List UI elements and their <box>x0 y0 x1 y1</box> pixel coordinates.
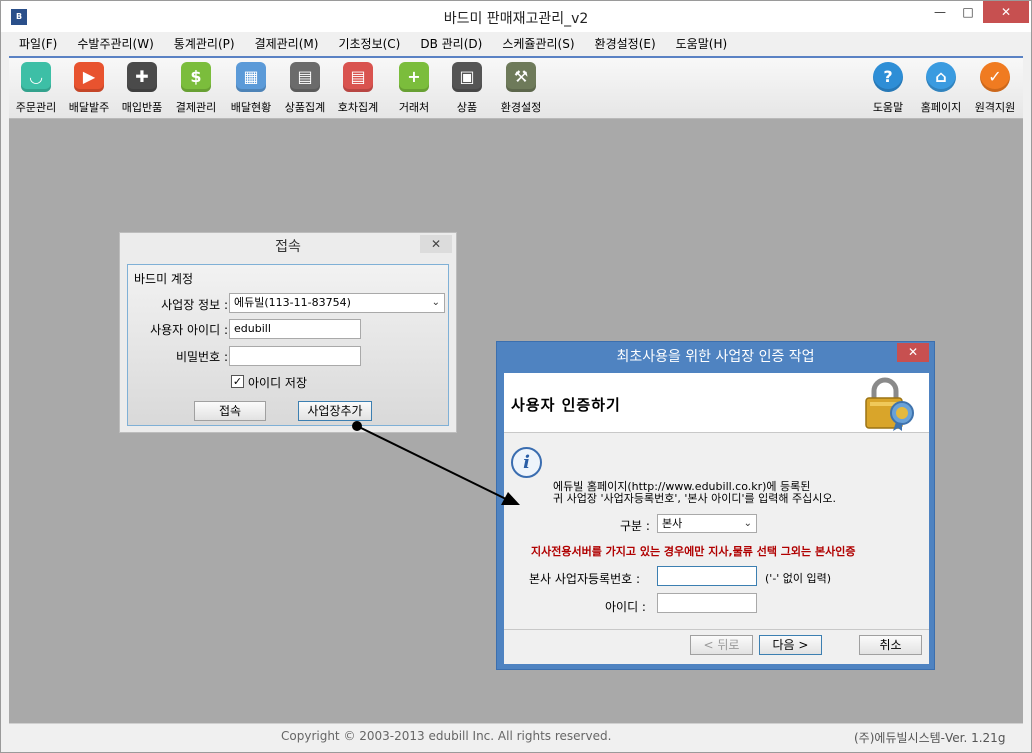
toolbar: ◡ 주문관리 ▶ 배달발주 ✚ 매입반품 $ 결제관리 ▦ 배달현황 ▤ 상품집… <box>9 56 1023 119</box>
remember-id-label[interactable]: 아이디 저장 <box>248 374 307 391</box>
toolbar-label: 거래처 <box>398 101 430 114</box>
chevron-down-icon: ⌄ <box>743 518 752 529</box>
login-dialog-title: 접속 <box>275 239 301 255</box>
toolbar-label: 주문관리 <box>15 101 57 114</box>
business-number-label: 본사 사업자등록번호 : <box>529 572 641 586</box>
group-title: 바드미 계정 <box>134 272 194 286</box>
id-label: 아이디 : <box>605 600 646 614</box>
chevron-down-icon: ⌄ <box>431 297 440 308</box>
toolbar-label: 배달발주 <box>68 101 110 114</box>
login-close-button[interactable]: ✕ <box>420 235 452 253</box>
toolbar-button-settings[interactable]: ⚒ 환경설정 <box>494 62 548 115</box>
type-select-value: 본사 <box>662 517 683 530</box>
wizard-heading: 사용자 인증하기 <box>511 396 621 414</box>
remember-id-checkbox[interactable]: ✓ <box>231 375 244 388</box>
menu-statistics[interactable]: 통계관리(P) <box>164 32 245 56</box>
toolbar-button-remote-support[interactable]: ✓ 원격지원 <box>968 62 1022 115</box>
padlock-certificate-icon <box>865 377 914 431</box>
toolbar-button-help[interactable]: ? 도움말 <box>861 62 915 115</box>
toolbar-label: 상품집계 <box>284 101 326 114</box>
menu-file[interactable]: 파일(F) <box>9 32 67 56</box>
back-button[interactable]: < 뒤로 <box>690 635 753 655</box>
auth-wizard-dialog: 최초사용을 위한 사업장 인증 작업 ✕ 사용자 인증하기 i 에듀빌 홈페이지… <box>496 341 935 670</box>
toolbar-label: 결제관리 <box>175 101 217 114</box>
version-text: (주)에듀빌시스템-Ver. 1.21g <box>854 731 1006 745</box>
toolbar-label: 배달현황 <box>230 101 272 114</box>
wrench-icon: ⚒ <box>506 62 536 92</box>
menu-payment[interactable]: 결제관리(M) <box>245 32 329 56</box>
menu-orders[interactable]: 수발주관리(W) <box>67 32 163 56</box>
menu-schedule[interactable]: 스케쥴관리(S) <box>492 32 584 56</box>
toolbar-label: 홈페이지 <box>920 101 962 114</box>
next-button[interactable]: 다음 > <box>759 635 822 655</box>
user-id-input[interactable]: edubill <box>229 319 361 339</box>
password-input[interactable] <box>229 346 361 366</box>
business-number-hint: ('-' 없이 입력) <box>765 572 832 585</box>
toolbar-button-products[interactable]: ▣ 상품 <box>440 62 494 115</box>
wizard-title: 최초사용을 위한 사업장 인증 작업 <box>616 349 815 365</box>
home-icon: ⌂ <box>926 62 956 92</box>
menu-help[interactable]: 도움말(H) <box>666 32 738 56</box>
toolbar-button-delivery-status[interactable]: ▦ 배달현황 <box>224 62 278 115</box>
status-bar: Copyright © 2003-2013 edubill Inc. All r… <box>9 723 1023 748</box>
branch-warning-text: 지사전용서버를 가지고 있는 경우에만 지사,물류 선택 그외는 본사인증 <box>531 545 856 558</box>
wizard-close-button[interactable]: ✕ <box>897 343 929 362</box>
payment-icon: $ <box>181 62 211 92</box>
instruction-line-2: 귀 사업장 '사업자등록번호', '본사 아이디'를 입력해 주십시오. <box>553 492 836 505</box>
wizard-header: 사용자 인증하기 <box>504 373 929 433</box>
menu-db[interactable]: DB 관리(D) <box>410 32 492 56</box>
toolbar-button-payment[interactable]: $ 결제관리 <box>169 62 223 115</box>
toolbar-button-homepage[interactable]: ⌂ 홈페이지 <box>914 62 968 115</box>
user-id-label: 사용자 아이디 : <box>150 323 228 337</box>
type-label: 구분 : <box>620 519 650 533</box>
business-number-input[interactable] <box>657 566 757 586</box>
truck-icon: ▶ <box>74 62 104 92</box>
remote-support-icon: ✓ <box>980 62 1010 92</box>
toolbar-button-delivery-order[interactable]: ▶ 배달발주 <box>62 62 116 115</box>
toolbar-button-clients[interactable]: + 거래처 <box>387 62 441 115</box>
toolbar-button-product-summary[interactable]: ▤ 상품집계 <box>278 62 332 115</box>
login-dialog: 접속 ✕ 바드미 계정 사업장 정보 : 에듀빌(113-11-83754) ⌄… <box>119 232 457 433</box>
toolbar-label: 상품 <box>456 101 478 114</box>
maximize-button[interactable]: □ <box>953 1 983 23</box>
window-title: 바드미 판매재고관리_v2 <box>443 11 589 27</box>
toolbar-label: 도움말 <box>872 101 904 114</box>
type-select[interactable]: 본사 ⌄ <box>657 514 757 533</box>
boxes-icon: ▣ <box>452 62 482 92</box>
toolbar-label: 호차집계 <box>337 101 379 114</box>
toolbar-button-vehicle-summary[interactable]: ▤ 호차집계 <box>331 62 385 115</box>
password-label: 비밀번호 : <box>175 350 228 364</box>
site-select[interactable]: 에듀빌(113-11-83754) ⌄ <box>229 293 445 313</box>
menu-basic-info[interactable]: 기초정보(C) <box>328 32 410 56</box>
title-bar[interactable]: B 바드미 판매재고관리_v2 — □ ✕ <box>1 1 1031 32</box>
cart-return-icon: ✚ <box>127 62 157 92</box>
minimize-button[interactable]: — <box>923 1 957 23</box>
product-summary-icon: ▤ <box>290 62 320 92</box>
info-icon: i <box>511 447 542 478</box>
close-button[interactable]: ✕ <box>983 1 1029 23</box>
account-groupbox: 바드미 계정 사업장 정보 : 에듀빌(113-11-83754) ⌄ 사용자 … <box>127 264 449 426</box>
menu-settings[interactable]: 환경설정(E) <box>585 32 666 56</box>
add-site-button[interactable]: 사업장추가 <box>298 401 372 421</box>
menu-bar: 파일(F) 수발주관리(W) 통계관리(P) 결제관리(M) 기초정보(C) D… <box>9 32 1023 56</box>
site-label: 사업장 정보 : <box>161 298 228 312</box>
wizard-body: 사용자 인증하기 i 에듀빌 홈페이지(http://www.edubill.c… <box>504 373 929 664</box>
site-select-value: 에듀빌(113-11-83754) <box>234 296 351 309</box>
toolbar-button-purchase-return[interactable]: ✚ 매입반품 <box>115 62 169 115</box>
cancel-button[interactable]: 취소 <box>859 635 922 655</box>
copyright-text: Copyright © 2003-2013 edubill Inc. All r… <box>281 729 612 743</box>
button-separator <box>504 629 929 630</box>
vehicle-summary-icon: ▤ <box>343 62 373 92</box>
toolbar-label: 매입반품 <box>121 101 163 114</box>
toolbar-button-orders[interactable]: ◡ 주문관리 <box>9 62 63 115</box>
connect-button[interactable]: 접속 <box>194 401 266 421</box>
toolbar-label: 환경설정 <box>500 101 542 114</box>
id-input[interactable] <box>657 593 757 613</box>
basket-icon: ◡ <box>21 62 51 92</box>
help-icon: ? <box>873 62 903 92</box>
calendar-icon: ▦ <box>236 62 266 92</box>
toolbar-label: 원격지원 <box>974 101 1016 114</box>
client-add-icon: + <box>399 62 429 92</box>
